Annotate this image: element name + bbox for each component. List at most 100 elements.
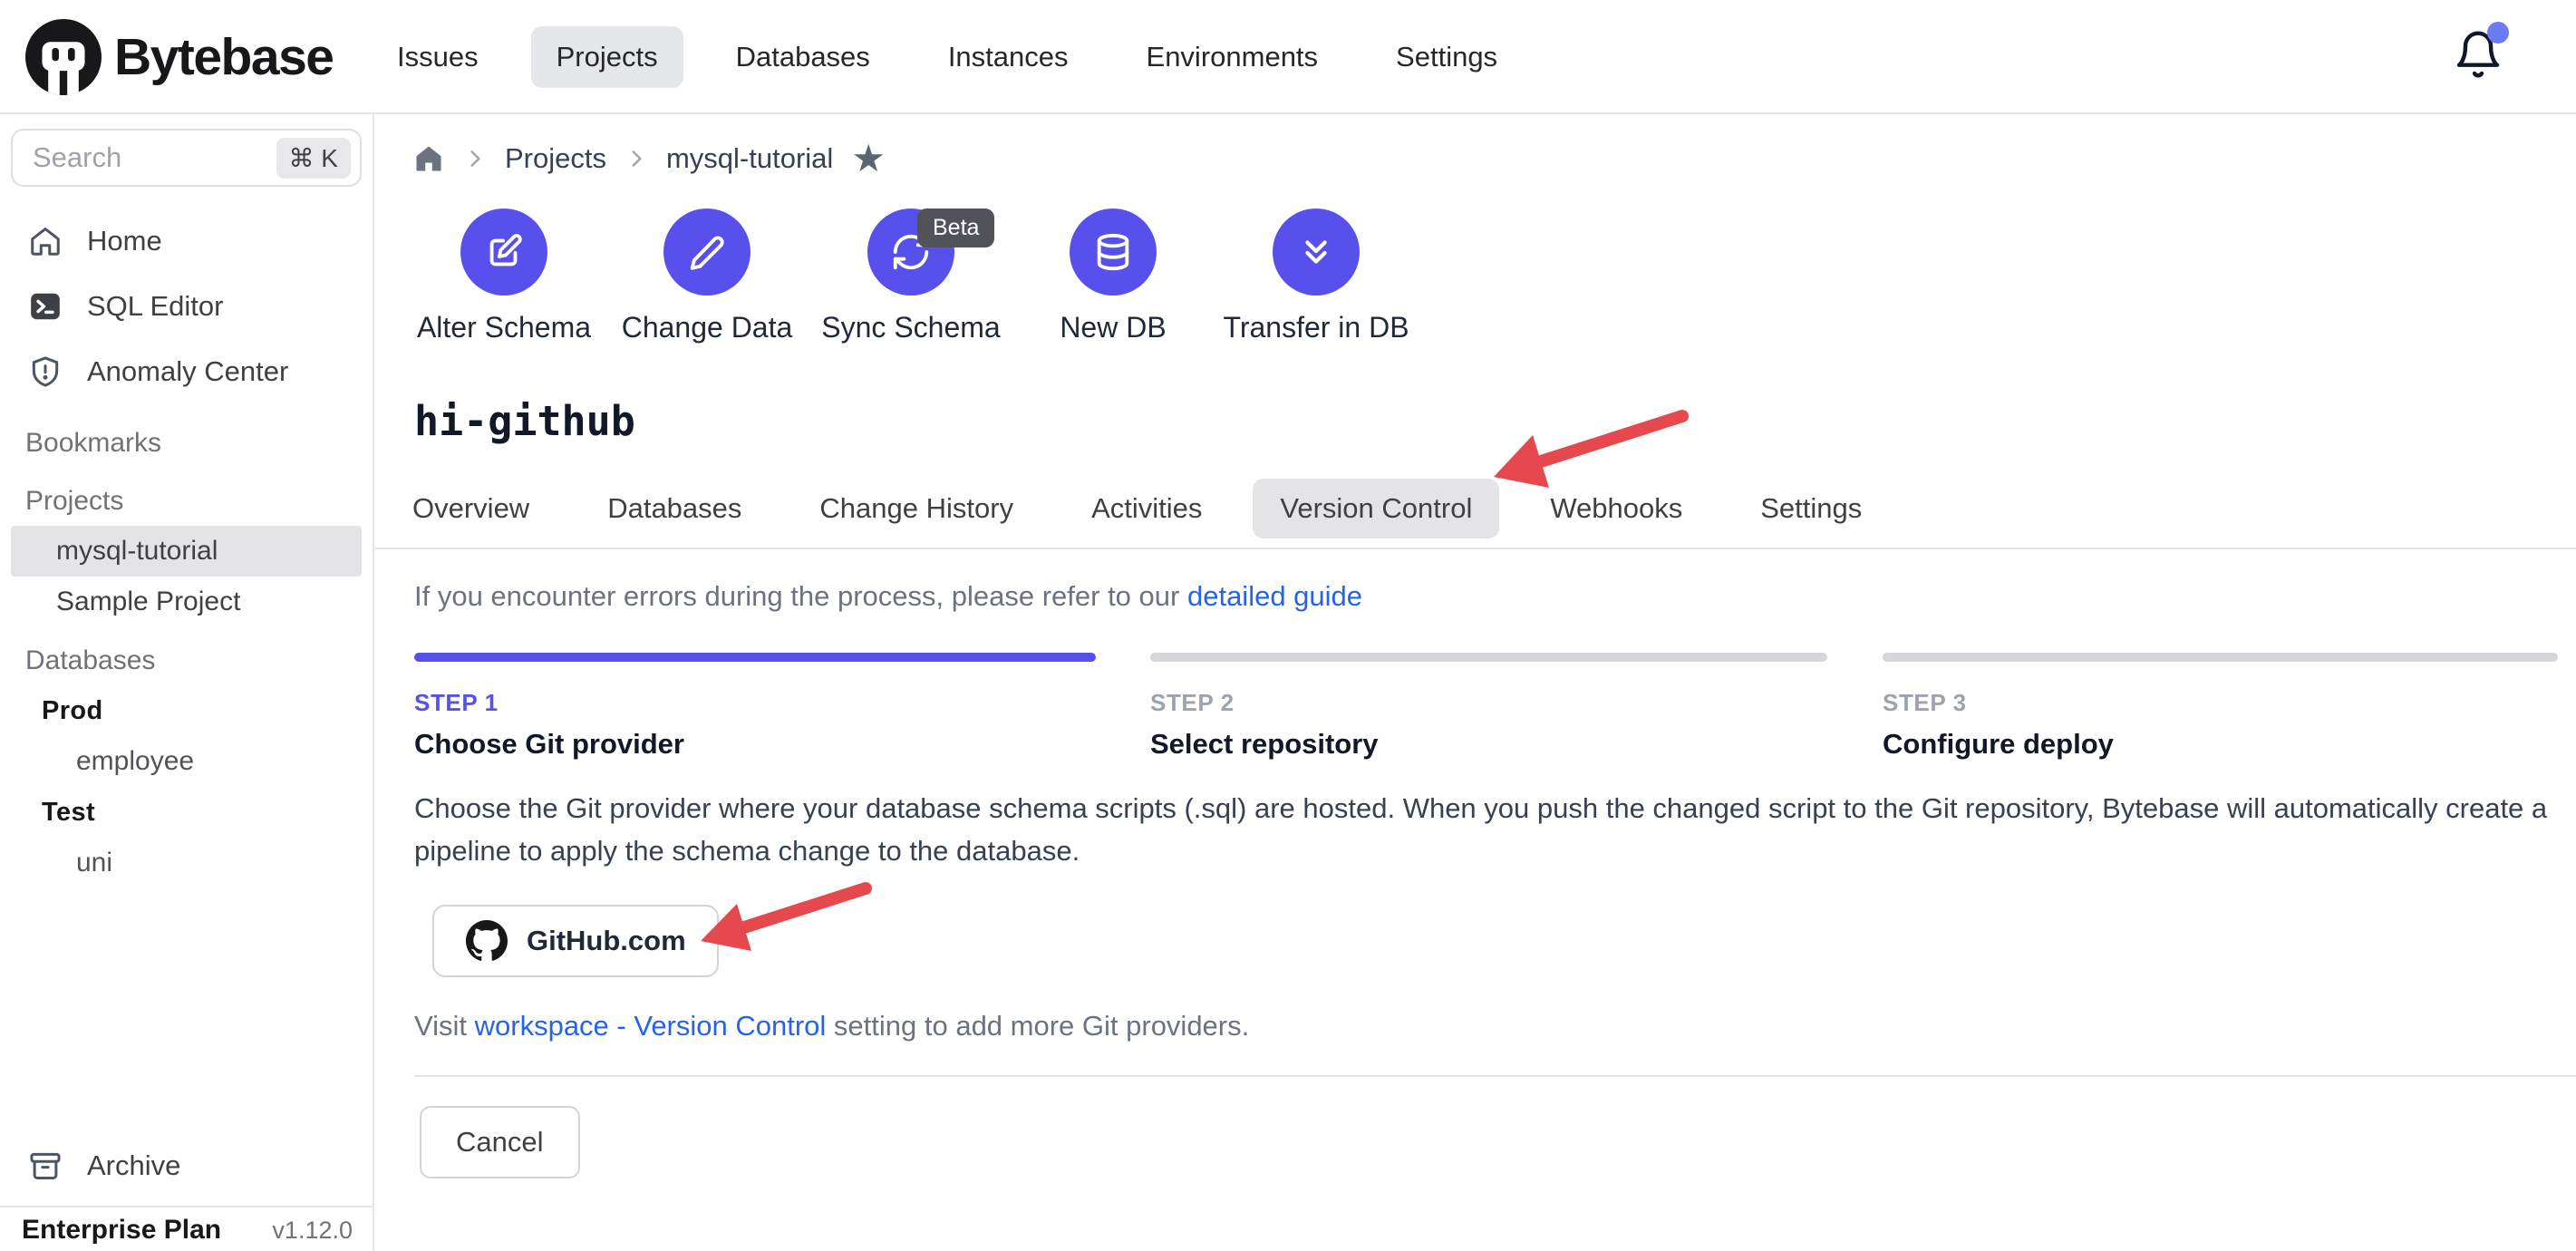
section-databases: Databases	[0, 636, 373, 685]
step-title: Configure deploy	[1883, 728, 2114, 761]
step-label: STEP 2	[1150, 689, 1379, 717]
nav-issues[interactable]: Issues	[397, 41, 479, 73]
section-projects: Projects	[0, 477, 373, 526]
sidebar-footer-divider	[0, 1206, 373, 1207]
nav-environments[interactable]: Environments	[1147, 41, 1319, 73]
step-title: Choose Git provider	[414, 728, 684, 761]
visit-line: Visit workspace - Version Control settin…	[414, 1010, 1249, 1042]
new-db-button[interactable]: New DB	[1013, 208, 1213, 344]
sidebar-footer: Enterprise Plan v1.12.0	[0, 1209, 373, 1251]
breadcrumb: Projects mysql-tutorial ★	[412, 138, 886, 179]
transfer-in-db-button[interactable]: Transfer in DB	[1216, 208, 1416, 344]
sidebar-db-uni[interactable]: uni	[0, 838, 373, 888]
footer-divider	[414, 1075, 2576, 1077]
visit-text-after: setting to add more Git providers.	[826, 1010, 1249, 1042]
sidebar-item-label: Anomaly Center	[87, 355, 288, 388]
shield-alert-icon	[27, 354, 63, 390]
step-label: STEP 1	[414, 689, 684, 717]
github-provider-button[interactable]: GitHub.com	[432, 905, 719, 977]
chevron-right-icon	[463, 147, 487, 170]
breadcrumb-home-icon[interactable]	[412, 142, 445, 175]
step-label: STEP 3	[1883, 689, 2114, 717]
search-input[interactable]	[33, 141, 276, 174]
section-bookmarks: Bookmarks	[0, 419, 373, 468]
step-3-progress-bar	[1883, 653, 2558, 662]
github-icon	[465, 919, 508, 963]
tab-version-control[interactable]: Version Control	[1253, 479, 1499, 538]
nav-databases[interactable]: Databases	[736, 41, 870, 73]
search-box[interactable]: ⌘ K	[11, 129, 362, 187]
tab-settings[interactable]: Settings	[1760, 492, 1862, 525]
beta-badge: Beta	[917, 208, 994, 247]
version-label: v1.12.0	[272, 1217, 353, 1245]
favorite-star-icon[interactable]: ★	[851, 140, 886, 178]
sidebar-item-archive[interactable]: Archive	[0, 1137, 373, 1195]
sidebar-item-home[interactable]: Home	[0, 208, 373, 274]
step-2: STEP 2 Select repository	[1150, 689, 1379, 761]
edit-square-icon	[483, 231, 525, 273]
archive-icon	[27, 1148, 63, 1184]
cancel-button[interactable]: Cancel	[420, 1106, 580, 1178]
breadcrumb-current-project[interactable]: mysql-tutorial	[666, 142, 833, 175]
annotation-arrow-version-control	[1494, 416, 1682, 488]
step-1-progress-bar	[414, 653, 1096, 662]
sidebar-project-sample-project[interactable]: Sample Project	[0, 577, 373, 627]
tabs-divider	[374, 548, 2576, 549]
step-1: STEP 1 Choose Git provider	[414, 689, 684, 761]
nav-projects[interactable]: Projects	[531, 26, 683, 88]
sidebar-item-label: Home	[87, 225, 162, 257]
sidebar-item-sql-editor[interactable]: SQL Editor	[0, 274, 373, 339]
alter-schema-button[interactable]: Alter Schema	[404, 208, 604, 344]
step-title: Select repository	[1150, 728, 1379, 761]
sidebar-item-label: SQL Editor	[87, 290, 223, 323]
step-2-progress-bar	[1150, 653, 1827, 662]
action-label: Alter Schema	[404, 311, 604, 344]
bytebase-logo-icon[interactable]	[25, 19, 102, 95]
sidebar-item-label: Archive	[87, 1149, 180, 1182]
workspace-version-control-link[interactable]: workspace - Version Control	[475, 1010, 827, 1042]
project-tabs: Overview Databases Change History Activi…	[412, 480, 1862, 537]
plan-label[interactable]: Enterprise Plan	[22, 1215, 221, 1246]
github-button-label: GitHub.com	[527, 925, 686, 957]
brand-name[interactable]: Bytebase	[114, 27, 333, 87]
project-title: hi-github	[414, 397, 635, 445]
step-description: Choose the Git provider where your datab…	[414, 787, 2576, 872]
tab-change-history[interactable]: Change History	[819, 492, 1013, 525]
nav-instances[interactable]: Instances	[948, 41, 1069, 73]
action-label: New DB	[1013, 311, 1213, 344]
pencil-icon	[686, 231, 728, 273]
annotation-arrow-github	[701, 888, 866, 951]
nav-settings[interactable]: Settings	[1396, 41, 1497, 73]
change-data-button[interactable]: Change Data	[607, 208, 807, 344]
terminal-icon	[27, 288, 63, 325]
notice-text: If you encounter errors during the proce…	[414, 580, 1187, 612]
notification-dot	[2487, 22, 2509, 44]
action-label: Sync Schema	[811, 311, 1011, 344]
sidebar-project-mysql-tutorial[interactable]: mysql-tutorial	[11, 526, 362, 577]
keyboard-shortcut-badge: ⌘ K	[276, 138, 351, 179]
sidebar-env-prod[interactable]: Prod	[0, 685, 373, 736]
tab-activities[interactable]: Activities	[1091, 492, 1202, 525]
chevron-right-icon	[625, 147, 648, 170]
action-label: Transfer in DB	[1216, 311, 1416, 344]
top-header: Bytebase Issues Projects Databases Insta…	[0, 0, 2576, 114]
sidebar-item-anomaly-center[interactable]: Anomaly Center	[0, 339, 373, 404]
database-icon	[1092, 231, 1134, 273]
action-label: Change Data	[607, 311, 807, 344]
sidebar-db-employee[interactable]: employee	[0, 736, 373, 787]
sidebar-env-test[interactable]: Test	[0, 787, 373, 838]
breadcrumb-projects[interactable]: Projects	[505, 142, 606, 175]
tab-databases[interactable]: Databases	[607, 492, 741, 525]
notification-bell-button[interactable]	[2453, 27, 2505, 82]
sidebar-nav: Home SQL Editor Anomaly Center	[0, 208, 373, 404]
sidebar: ⌘ K Home SQL Editor	[0, 114, 374, 1251]
tab-overview[interactable]: Overview	[412, 492, 529, 525]
visit-text-before: Visit	[414, 1010, 475, 1042]
home-icon	[27, 223, 63, 259]
tab-webhooks[interactable]: Webhooks	[1550, 492, 1682, 525]
error-notice: If you encounter errors during the proce…	[414, 580, 1362, 613]
detailed-guide-link[interactable]: detailed guide	[1187, 580, 1362, 612]
chevrons-down-icon	[1295, 231, 1337, 273]
top-nav: Issues Projects Databases Instances Envi…	[397, 0, 1497, 114]
quick-actions: Alter Schema Change Data Sync Schema New…	[374, 208, 2576, 381]
